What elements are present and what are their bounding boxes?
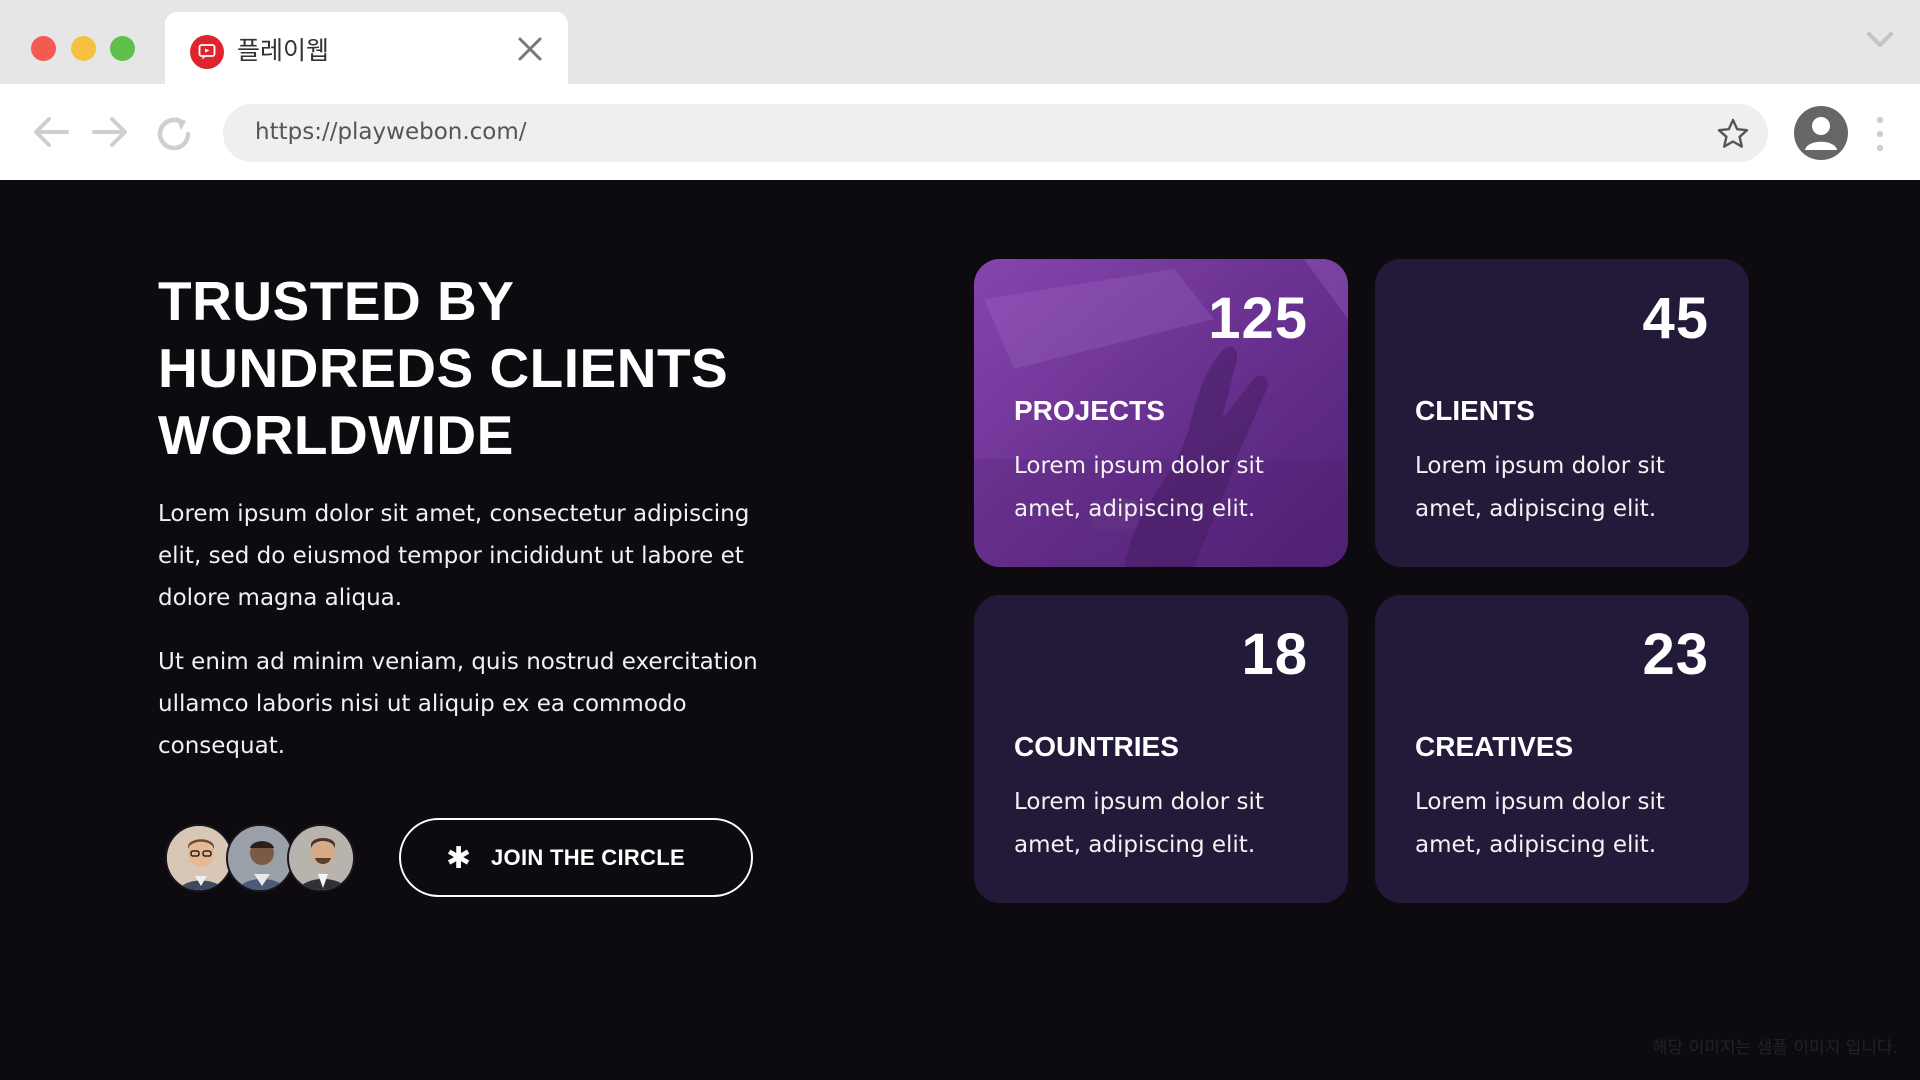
join-the-circle-button[interactable]: ✱ JOIN THE CIRCLE: [399, 818, 753, 897]
star-icon[interactable]: [1716, 117, 1750, 151]
stat-number: 45: [1642, 286, 1709, 351]
profile-icon[interactable]: [1794, 106, 1848, 160]
hero-paragraph-1: Lorem ipsum dolor sit amet, consectetur …: [158, 501, 750, 611]
window-maximize-button[interactable]: [110, 36, 135, 61]
stat-number: 125: [1208, 286, 1308, 351]
avatar: [226, 824, 294, 892]
stat-card-projects: 125 PROJECTS Lorem ipsum dolor sit amet,…: [974, 259, 1348, 567]
window-close-button[interactable]: [31, 36, 56, 61]
headline-line: WORLDWIDE: [158, 404, 514, 466]
arrow-right-icon[interactable]: [90, 112, 130, 152]
stat-label: CREATIVES: [1415, 731, 1574, 762]
avatar-group: [165, 824, 355, 892]
tab-title: 플레이웹: [237, 36, 330, 65]
stat-description: Lorem ipsum dolor sit amet, adipiscing e…: [1415, 789, 1665, 858]
stat-number: 23: [1642, 622, 1709, 687]
browser-toolbar: https://playwebon.com/: [0, 84, 1920, 180]
stat-label: COUNTRIES: [1014, 731, 1179, 762]
stat-card-creatives: 23 CREATIVES Lorem ipsum dolor sit amet,…: [1375, 595, 1749, 903]
hero-paragraph-2: Ut enim ad minim veniam, quis nostrud ex…: [158, 649, 758, 759]
url-text[interactable]: https://playwebon.com/: [255, 119, 527, 145]
hero-headline: TRUSTED BY HUNDREDS CLIENTS WORLDWIDE: [158, 268, 838, 469]
browser-tab-bar: 플레이웹: [0, 0, 1920, 84]
reload-icon[interactable]: [152, 112, 192, 152]
cta-label: JOIN THE CIRCLE: [491, 845, 685, 870]
stat-card-countries: 18 COUNTRIES Lorem ipsum dolor sit amet,…: [974, 595, 1348, 903]
stat-card-clients: 45 CLIENTS Lorem ipsum dolor sit amet, a…: [1375, 259, 1749, 567]
stat-description: Lorem ipsum dolor sit amet, adipiscing e…: [1014, 453, 1264, 522]
avatar: [287, 824, 355, 892]
stat-number: 18: [1241, 622, 1308, 687]
stat-label: CLIENTS: [1415, 395, 1535, 426]
headline-line: HUNDREDS CLIENTS: [158, 337, 729, 399]
stat-label: PROJECTS: [1014, 395, 1165, 426]
stat-description: Lorem ipsum dolor sit amet, adipiscing e…: [1014, 789, 1264, 858]
browser-tab[interactable]: 플레이웹: [165, 12, 568, 84]
sample-image-notice: 해당 이미지는 샘플 이미지 입니다.: [1652, 1038, 1898, 1058]
stat-description: Lorem ipsum dolor sit amet, adipiscing e…: [1415, 453, 1665, 522]
chevron-down-icon[interactable]: [1866, 30, 1894, 50]
page-content: TRUSTED BY HUNDREDS CLIENTS WORLDWIDE Lo…: [0, 180, 1920, 1080]
address-bar[interactable]: https://playwebon.com/: [223, 104, 1768, 162]
window-minimize-button[interactable]: [71, 36, 96, 61]
asterisk-icon: ✱: [446, 841, 472, 876]
close-icon[interactable]: [515, 34, 545, 64]
more-vertical-icon[interactable]: [1876, 114, 1884, 154]
avatar: [165, 824, 233, 892]
headline-line: TRUSTED BY: [158, 270, 515, 332]
arrow-left-icon[interactable]: [31, 112, 71, 152]
playweb-logo-icon: [190, 35, 224, 69]
